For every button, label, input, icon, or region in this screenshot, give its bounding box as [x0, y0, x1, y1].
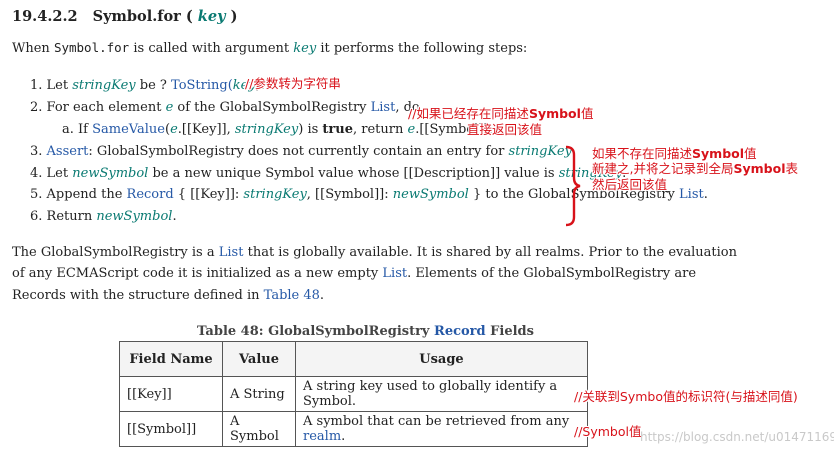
cell-field: [[Symbol]]: [119, 411, 223, 447]
list-link[interactable]: List: [371, 100, 396, 115]
cell-usage: A string key used to globally identify a…: [295, 376, 588, 412]
record-link[interactable]: Record: [127, 187, 174, 202]
annotation-symbol: //Symbol值: [574, 424, 642, 439]
step-6: 6. Return newSymbol.: [30, 209, 177, 224]
step-text: If: [78, 122, 88, 137]
paragraph-text: that is globally available. It is shared…: [247, 245, 738, 260]
step-text: .: [172, 209, 177, 224]
section-heading: 19.4.2.2 Symbol.for ( key ): [12, 8, 237, 25]
section-number: 19.4.2.2: [12, 8, 78, 25]
step-text: Append the: [46, 187, 123, 202]
table-48-link[interactable]: Table 48: [264, 288, 320, 303]
step-var: stringKey: [72, 78, 136, 93]
table-row: [[Symbol]] A Symbol A symbol that can be…: [119, 411, 588, 447]
intro-rest: it performs the following steps:: [320, 41, 528, 56]
paragraph-text: The GlobalSymbolRegistry is a: [12, 245, 215, 260]
paragraph-text: Records with the structure defined in: [12, 288, 260, 303]
record-link[interactable]: Record: [434, 324, 486, 339]
step-text: Let: [46, 166, 69, 181]
step-text: , return: [353, 122, 404, 137]
step-var: stringKey: [243, 187, 307, 202]
usage-text: A symbol that can be retrieved from any: [303, 414, 570, 429]
section-param: key: [197, 8, 226, 25]
step-text: of the GlobalSymbolRegistry: [177, 100, 367, 115]
paragraph-text: . Elements of the GlobalSymbolRegistry a…: [407, 266, 697, 281]
caption-text: Table 48: GlobalSymbolRegistry: [197, 324, 430, 339]
list-link[interactable]: List: [219, 245, 244, 260]
step-text: Return: [46, 209, 93, 224]
step-var: e: [170, 122, 178, 137]
header-field-name: Field Name: [119, 341, 223, 377]
samevalue-link[interactable]: SameValue: [92, 122, 165, 137]
step-2: 2. For each element e of the GlobalSymbo…: [30, 100, 420, 115]
realm-link[interactable]: realm: [303, 429, 341, 444]
step-var: newSymbol: [96, 209, 173, 224]
step-var: stringKey: [234, 122, 299, 137]
usage-text: .: [341, 429, 346, 444]
step-2a: a. If SameValue(e.[[Key]], stringKey) is…: [62, 122, 493, 137]
step-number: 1.: [30, 78, 43, 93]
list-link[interactable]: List: [679, 187, 704, 202]
step-var: newSymbol: [392, 187, 469, 202]
section-close: ): [230, 8, 238, 25]
assert-link[interactable]: Assert: [47, 144, 89, 159]
step-number: 2.: [30, 100, 43, 115]
cell-value: A Symbol: [222, 411, 296, 447]
paragraph-line-3: Records with the structure defined in Ta…: [12, 288, 324, 303]
step-number: 6.: [30, 209, 43, 224]
step-text: : GlobalSymbolRegistry does not currentl…: [88, 144, 505, 159]
step-text: .[[Key]],: [177, 122, 231, 137]
annotation-text: 表: [785, 161, 798, 176]
step-number: 5.: [30, 187, 43, 202]
intro-called: is called with argument: [133, 41, 290, 56]
curly-brace-icon: [565, 145, 581, 227]
annotation-exists-2: 直接返回该值: [467, 122, 543, 137]
watermark: https://blog.csdn.net/u014711690: [640, 430, 834, 444]
annotation-key: //关联到Symbo值的标识符(与描述同值): [574, 389, 798, 404]
step-number: 3.: [30, 144, 43, 159]
cell-field: [[Key]]: [119, 376, 223, 412]
annotation-tostring: //参数转为字符串: [245, 76, 341, 91]
tostring-link[interactable]: ToString: [171, 78, 228, 93]
section-title: Symbol.for (: [92, 8, 193, 25]
step-text: Let: [46, 78, 69, 93]
step-text: For each element: [46, 100, 162, 115]
table-header-row: Field Name Value Usage: [119, 341, 588, 377]
intro-arg: key: [293, 41, 317, 56]
step-text: .: [703, 187, 708, 202]
step-text: , [[Symbol]]:: [306, 187, 389, 202]
step-3: 3. Assert: GlobalSymbolRegistry does not…: [30, 144, 576, 159]
cell-usage: A symbol that can be retrieved from any …: [295, 411, 588, 447]
paragraph-text: of any ECMAScript code it is initialized…: [12, 266, 379, 281]
step-text: ) is: [298, 122, 319, 137]
header-usage: Usage: [295, 341, 588, 377]
step-4: 4. Let newSymbol be a new unique Symbol …: [30, 166, 626, 181]
step-bold: true: [322, 122, 353, 137]
paragraph-text: .: [319, 288, 325, 303]
annotation-bold: Symbol: [733, 161, 786, 176]
paragraph-line-2: of any ECMAScript code it is initialized…: [12, 266, 696, 281]
step-text: { [[Key]]:: [177, 187, 240, 202]
intro-when: When: [12, 41, 50, 56]
step-text: be ?: [139, 78, 167, 93]
intro-line: When Symbol.for is called with argument …: [12, 40, 527, 56]
fields-table: Field Name Value Usage [[Key]] A String …: [119, 341, 588, 447]
list-link[interactable]: List: [382, 266, 407, 281]
step-var: e: [165, 100, 174, 115]
cell-value: A String: [222, 376, 296, 412]
step-number: 4.: [30, 166, 43, 181]
intro-code: Symbol.for: [53, 40, 130, 55]
annotation-text: 值: [580, 106, 594, 121]
step-text: be a new unique Symbol value whose [[Des…: [152, 166, 555, 181]
step-var: newSymbol: [72, 166, 149, 181]
table-caption: Table 48: GlobalSymbolRegistry Record Fi…: [197, 324, 534, 339]
caption-text: Fields: [490, 324, 534, 339]
paragraph-line-1: The GlobalSymbolRegistry is a List that …: [12, 245, 737, 260]
step-number: a.: [62, 122, 74, 137]
step-1: 1. Let stringKey be ? ToString(key).: [30, 78, 265, 93]
header-value: Value: [222, 341, 296, 377]
annotation-new-3: 然后返回该值: [592, 177, 668, 192]
table-row: [[Key]] A String A string key used to gl…: [119, 376, 588, 412]
